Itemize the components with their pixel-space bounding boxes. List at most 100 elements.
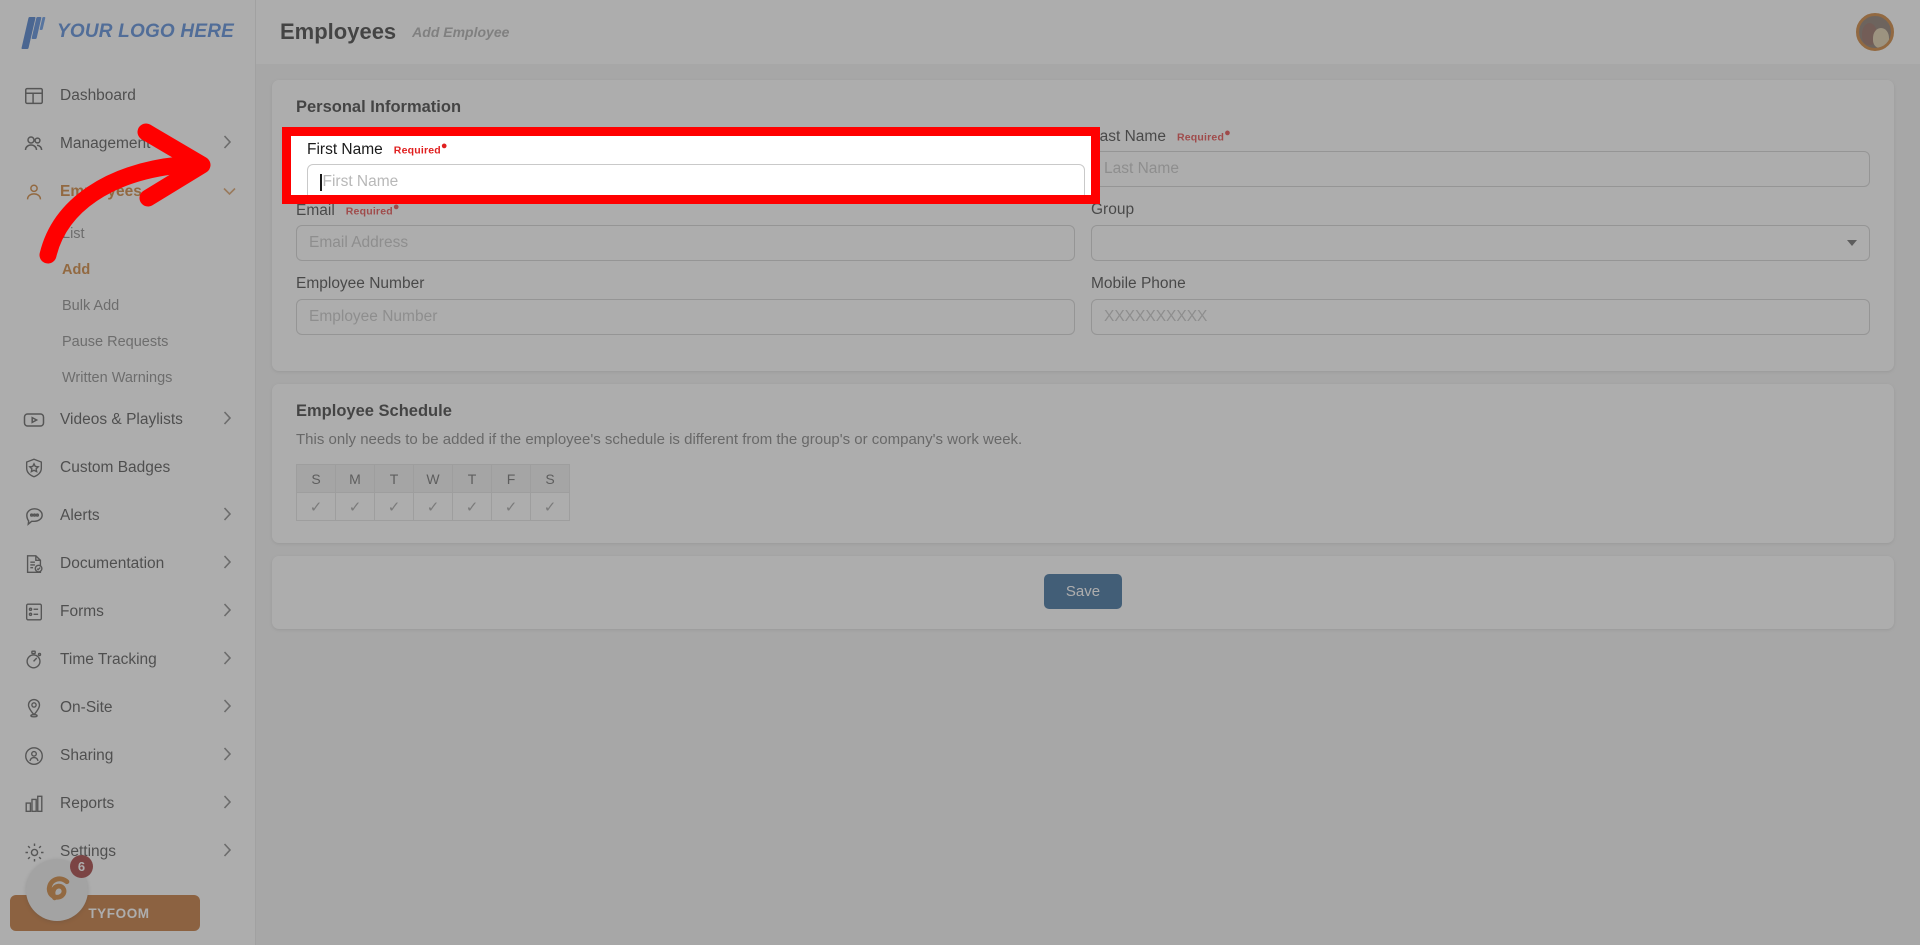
sidebar-item-forms[interactable]: Forms xyxy=(0,588,255,636)
subnav-item-label: Bulk Add xyxy=(62,298,120,314)
bar-chart-icon xyxy=(22,792,46,816)
sidebar-item-employees[interactable]: Employees xyxy=(0,168,255,216)
day-checkbox-saturday[interactable]: ✓ xyxy=(530,492,570,521)
sidebar-item-alerts[interactable]: Alerts xyxy=(0,492,255,540)
field-group: Group xyxy=(1091,201,1870,261)
last-name-input[interactable]: Last Name xyxy=(1091,151,1870,187)
employee-number-input[interactable]: Employee Number xyxy=(296,299,1075,335)
day-header: M xyxy=(335,464,375,493)
day-checkbox-monday[interactable]: ✓ xyxy=(335,492,375,521)
field-label: Last Name xyxy=(1091,127,1166,145)
sidebar-item-dashboard[interactable]: Dashboard xyxy=(0,72,255,120)
field-mobile-phone: Mobile Phone XXXXXXXXXX xyxy=(1091,275,1870,335)
day-checkbox-sunday[interactable]: ✓ xyxy=(296,492,336,521)
sidebar-item-label: Custom Badges xyxy=(60,459,171,476)
chevron-right-icon xyxy=(223,698,235,718)
subnav-item-pause-requests[interactable]: Pause Requests xyxy=(0,324,255,360)
employee-schedule-card: Employee Schedule This only needs to be … xyxy=(272,384,1894,543)
employee-schedule-description: This only needs to be added if the emplo… xyxy=(296,431,1023,448)
sidebar-item-documentation[interactable]: Documentation xyxy=(0,540,255,588)
dashboard-icon xyxy=(22,84,46,108)
sidebar: YOUR LOGO HERE Dashboard Management Empl… xyxy=(0,0,256,945)
sidebar-item-sharing[interactable]: Sharing xyxy=(0,732,255,780)
schedule-day-grid: S M T W T F S ✓ ✓ ✓ ✓ ✓ ✓ ✓ xyxy=(296,464,570,521)
field-label: Email xyxy=(296,201,335,219)
video-icon xyxy=(22,408,46,432)
sidebar-item-label: Documentation xyxy=(60,555,165,572)
document-icon xyxy=(22,552,46,576)
subnav-item-label: List xyxy=(62,226,85,242)
sidebar-item-label: Forms xyxy=(60,603,104,620)
sidebar-item-label: Sharing xyxy=(60,747,114,764)
day-checkbox-thursday[interactable]: ✓ xyxy=(452,492,492,521)
avatar[interactable] xyxy=(1856,13,1894,51)
schedule-check-row: ✓ ✓ ✓ ✓ ✓ ✓ ✓ xyxy=(296,492,570,521)
subnav-item-list[interactable]: List xyxy=(0,216,255,252)
subnav-item-add[interactable]: Add xyxy=(0,252,255,288)
day-header: S xyxy=(530,464,570,493)
user-icon xyxy=(22,180,46,204)
screenshot-root: YOUR LOGO HERE Dashboard Management Empl… xyxy=(0,0,1920,945)
sidebar-item-time-tracking[interactable]: Time Tracking xyxy=(0,636,255,684)
first-name-input-focused[interactable]: First Name xyxy=(307,164,1085,195)
mobile-phone-input[interactable]: XXXXXXXXXX xyxy=(1091,299,1870,335)
brand-logo[interactable]: YOUR LOGO HERE xyxy=(0,0,255,64)
field-first-name-highlighted: First Name Required● First Name xyxy=(307,140,1085,195)
day-header: W xyxy=(413,464,453,493)
required-marker: Required● xyxy=(1176,127,1231,144)
sidebar-item-label: Alerts xyxy=(60,507,100,524)
chevron-right-icon xyxy=(223,554,235,574)
gear-icon xyxy=(22,840,46,864)
email-input[interactable]: Email Address xyxy=(296,225,1075,261)
sidebar-item-reports[interactable]: Reports xyxy=(0,780,255,828)
chevron-down-icon xyxy=(1847,240,1857,246)
day-header: T xyxy=(374,464,414,493)
required-marker: Required● xyxy=(393,140,448,157)
save-button[interactable]: Save xyxy=(1043,574,1123,609)
sidebar-item-label: Dashboard xyxy=(60,87,136,104)
field-employee-number: Employee Number Employee Number xyxy=(296,275,1075,335)
breadcrumb: Add Employee xyxy=(412,24,510,40)
sidebar-item-videos-playlists[interactable]: Videos & Playlists xyxy=(0,396,255,444)
map-pin-icon xyxy=(22,696,46,720)
subnav-item-written-warnings[interactable]: Written Warnings xyxy=(0,360,255,396)
chevron-right-icon xyxy=(223,410,235,430)
day-header: F xyxy=(491,464,531,493)
users-icon xyxy=(22,132,46,156)
page-title: Employees xyxy=(280,19,397,44)
alert-chat-icon xyxy=(22,504,46,528)
group-select[interactable] xyxy=(1091,225,1870,261)
subnav-item-label: Written Warnings xyxy=(62,370,173,386)
field-email: Email Required● Email Address xyxy=(296,201,1075,261)
promo-bubble-button[interactable]: 6 xyxy=(26,855,93,921)
schedule-header-row: S M T W T F S xyxy=(296,464,570,493)
input-placeholder: Last Name xyxy=(1104,160,1179,177)
section-title-employee-schedule: Employee Schedule xyxy=(296,402,452,420)
section-title-personal-information: Personal Information xyxy=(296,98,462,116)
highlight-box-first-name: First Name Required● First Name xyxy=(282,127,1100,204)
field-label: First Name xyxy=(307,140,383,158)
promo-label: TYFOOM xyxy=(88,905,150,921)
sidebar-item-custom-badges[interactable]: Custom Badges xyxy=(0,444,255,492)
sidebar-item-label: Management xyxy=(60,135,151,152)
input-placeholder: XXXXXXXXXX xyxy=(1104,308,1208,325)
subnav-item-label: Add xyxy=(62,262,91,278)
subnav-item-bulk-add[interactable]: Bulk Add xyxy=(0,288,255,324)
subnav-item-label: Pause Requests xyxy=(62,334,169,350)
day-checkbox-wednesday[interactable]: ✓ xyxy=(413,492,453,521)
chevron-right-icon xyxy=(223,794,235,814)
forms-icon xyxy=(22,600,46,624)
day-checkbox-tuesday[interactable]: ✓ xyxy=(374,492,414,521)
sidebar-item-management[interactable]: Management xyxy=(0,120,255,168)
input-placeholder: Employee Number xyxy=(309,308,438,325)
badge-icon xyxy=(22,456,46,480)
input-placeholder: Email Address xyxy=(309,234,409,251)
promo-badge-count: 6 xyxy=(70,855,93,878)
field-label: Mobile Phone xyxy=(1091,275,1186,292)
sidebar-item-label: Reports xyxy=(60,795,115,812)
save-card: Save xyxy=(272,556,1894,629)
sidebar-item-label: On-Site xyxy=(60,699,113,716)
sidebar-item-on-site[interactable]: On-Site xyxy=(0,684,255,732)
input-placeholder: First Name xyxy=(322,173,399,190)
day-checkbox-friday[interactable]: ✓ xyxy=(491,492,531,521)
